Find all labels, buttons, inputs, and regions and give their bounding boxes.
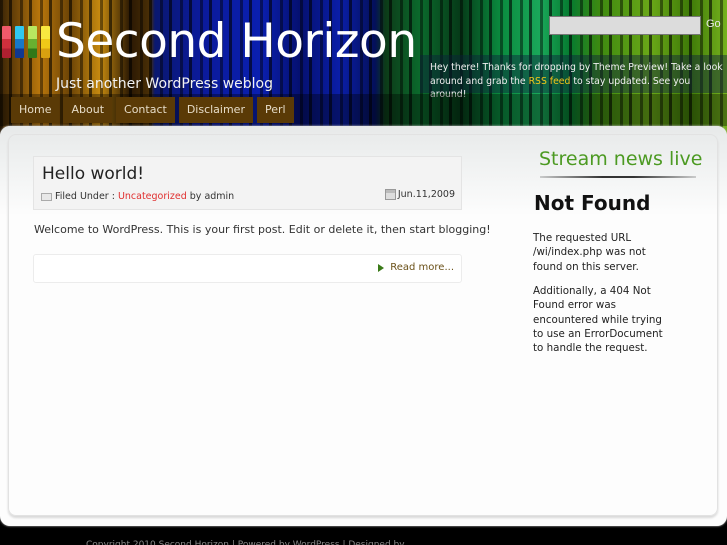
not-found-paragraph-1: The requested URL /wi/index.php was not …: [533, 232, 646, 273]
not-found-paragraph-2: Additionally, a 404 Not Found error was …: [533, 285, 663, 355]
folder-icon: [41, 192, 52, 201]
nav-item-contact[interactable]: Contact: [116, 97, 175, 123]
search-input[interactable]: [549, 16, 701, 35]
site-title[interactable]: Second Horizon: [56, 14, 417, 69]
read-more-link[interactable]: Read more...: [378, 262, 454, 273]
logo-bar-red: [2, 26, 11, 58]
calendar-icon: [384, 189, 396, 200]
main-nav: Home About Contact Disclaimer Perl: [11, 97, 294, 123]
nav-item-perl[interactable]: Perl: [256, 97, 294, 123]
post-author: admin: [204, 191, 235, 202]
arrow-right-icon: [378, 263, 385, 272]
post-date-text: Jun.11,2009: [397, 189, 455, 200]
logo-icon: [2, 26, 50, 58]
post-title[interactable]: Hello world!: [42, 164, 144, 184]
logo-bar-blue: [15, 26, 24, 58]
rss-feed-link[interactable]: RSS feed: [529, 76, 571, 87]
by-label: by: [189, 191, 202, 202]
welcome-message: Hey there! Thanks for dropping by Theme …: [420, 55, 727, 100]
nav-item-about[interactable]: About: [63, 97, 113, 123]
not-found-title: Not Found: [534, 191, 651, 215]
nav-item-home[interactable]: Home: [11, 97, 60, 123]
footer-text: Copyright 2010 Second Horizon | Powered …: [86, 540, 417, 545]
post-body: Welcome to WordPress. This is your first…: [34, 223, 491, 236]
logo-bar-yellow: [41, 26, 50, 58]
search-go-button[interactable]: Go: [706, 18, 721, 30]
nav-item-disclaimer[interactable]: Disclaimer: [178, 97, 253, 123]
logo-bar-green: [28, 26, 37, 58]
post-date: Jun.11,2009: [384, 189, 455, 200]
sidebar-divider: [540, 176, 696, 178]
read-more-label: Read more...: [390, 262, 454, 273]
site-tagline: Just another WordPress weblog: [56, 76, 274, 92]
post-header: Hello world! Filed Under : Uncategorized…: [33, 156, 462, 210]
post-meta: Filed Under : Uncategorized by admin: [41, 191, 234, 202]
sidebar-title: Stream news live: [539, 148, 703, 170]
read-more-box: Read more...: [33, 254, 462, 283]
category-link[interactable]: Uncategorized: [118, 191, 187, 202]
filed-under-label: Filed Under :: [55, 191, 115, 202]
